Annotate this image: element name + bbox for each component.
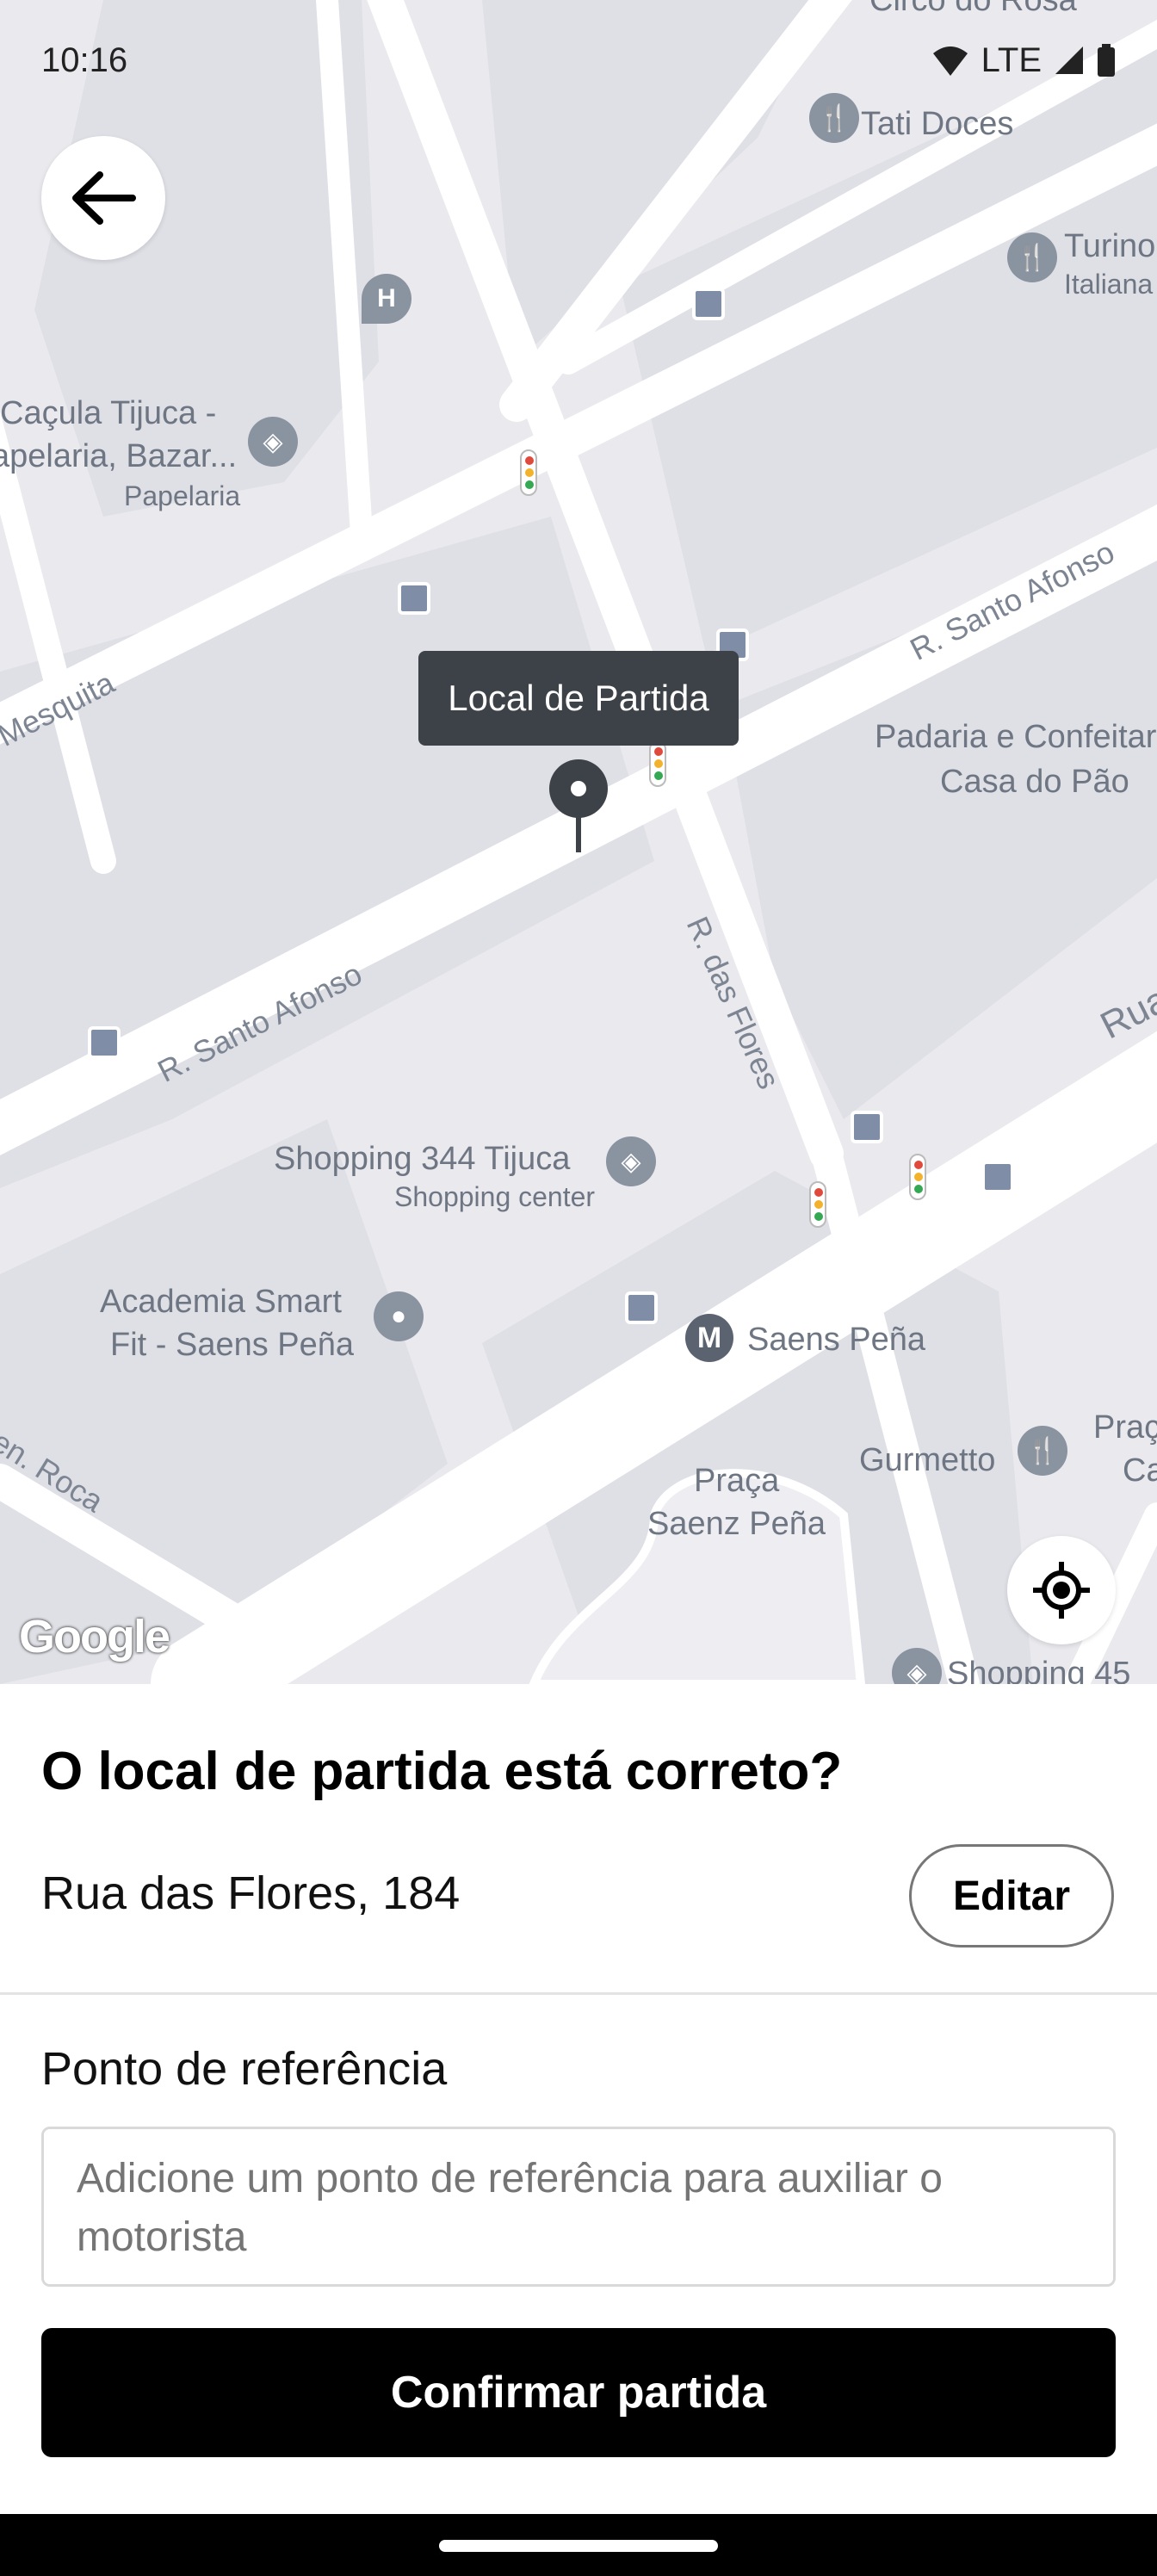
poi-circo[interactable]: Circo do Rosa [869, 0, 1077, 21]
sheet-question: O local de partida está correto? [41, 1742, 843, 1801]
wifi-icon [932, 46, 968, 76]
restaurant-icon[interactable]: 🍴 [1018, 1426, 1067, 1476]
edit-button[interactable]: Editar [909, 1844, 1114, 1947]
bus-stop-icon[interactable] [981, 1161, 1014, 1193]
bus-stop-icon[interactable] [692, 288, 725, 320]
battery-icon [1098, 44, 1115, 77]
pickup-tooltip: Local de Partida [418, 651, 739, 746]
hospital-icon[interactable]: H [362, 274, 411, 324]
my-location-button[interactable] [1007, 1536, 1116, 1644]
poi-padaria[interactable]: Padaria e Confeitaria [875, 716, 1157, 758]
status-icons: LTE [931, 41, 1116, 80]
home-gesture-handle[interactable] [439, 2540, 718, 2552]
arrow-left-icon [72, 171, 136, 225]
bus-stop-icon[interactable] [625, 1291, 658, 1324]
status-time: 10:16 [41, 40, 128, 79]
back-button[interactable] [41, 136, 165, 260]
poi-praca-2: Saenz Peña [647, 1506, 826, 1542]
confirm-pickup-button[interactable]: Confirmar partida [41, 2328, 1116, 2457]
poi-praca-right[interactable]: Praç [1093, 1407, 1157, 1448]
poi-turino[interactable]: Turino [1064, 226, 1155, 267]
bus-stop-icon[interactable] [88, 1026, 121, 1059]
poi-gurmetto[interactable]: Gurmetto [859, 1440, 995, 1481]
map-view[interactable]: 10:16 LTE 🍴 Tati Doces 🍴 Turino Italiana… [0, 0, 1157, 1684]
signal-icon [1055, 46, 1083, 74]
poi-cacula-tijuca[interactable]: Caçula Tijuca - [0, 393, 216, 434]
crosshair-icon [1033, 1562, 1090, 1619]
poi-padaria-2: Casa do Pão [940, 764, 1129, 800]
poi-academia-2: Fit - Saens Peña [110, 1327, 355, 1363]
bus-stop-icon[interactable] [398, 582, 430, 615]
poi-academia[interactable]: Academia Smart [100, 1281, 342, 1322]
status-bar: 10:16 LTE [41, 34, 1116, 86]
pickup-address: Rua das Flores, 184 [41, 1867, 461, 1919]
location-pin-icon[interactable]: ● [374, 1291, 424, 1341]
reference-label: Ponto de referência [41, 2043, 448, 2095]
poi-shopping-45[interactable]: Shopping 45 [947, 1653, 1130, 1684]
reference-input[interactable] [41, 2127, 1116, 2287]
pickup-pin-icon[interactable] [546, 758, 611, 852]
metro-icon[interactable]: M [685, 1314, 733, 1362]
traffic-light-icon [809, 1181, 826, 1228]
restaurant-icon[interactable]: 🍴 [809, 93, 859, 143]
traffic-light-icon [909, 1154, 926, 1200]
divider [0, 1992, 1157, 1995]
google-logo: Google [19, 1611, 170, 1663]
traffic-light-icon [649, 740, 666, 787]
poi-tati-doces[interactable]: Tati Doces [861, 103, 1013, 145]
poi-shopping-344-sub: Shopping center [394, 1181, 596, 1212]
poi-praca[interactable]: Praça [694, 1460, 779, 1502]
poi-saens-pena[interactable]: Saens Peña [747, 1319, 925, 1360]
shopping-bag-icon[interactable]: ◈ [606, 1136, 656, 1186]
network-type: LTE [981, 40, 1042, 79]
restaurant-icon[interactable]: 🍴 [1007, 232, 1057, 282]
poi-praca-right-2: Ca [1123, 1452, 1157, 1489]
bus-stop-icon[interactable] [851, 1111, 883, 1143]
poi-cacula-sub: Papelaria [124, 480, 241, 511]
poi-shopping-344[interactable]: Shopping 344 Tijuca [274, 1138, 570, 1180]
shopping-bag-icon[interactable]: ◈ [248, 417, 298, 467]
poi-turino-sub: Italiana [1064, 269, 1154, 300]
poi-cacula-tijuca-2: apelaria, Bazar... [0, 438, 238, 474]
traffic-light-icon [520, 449, 537, 496]
